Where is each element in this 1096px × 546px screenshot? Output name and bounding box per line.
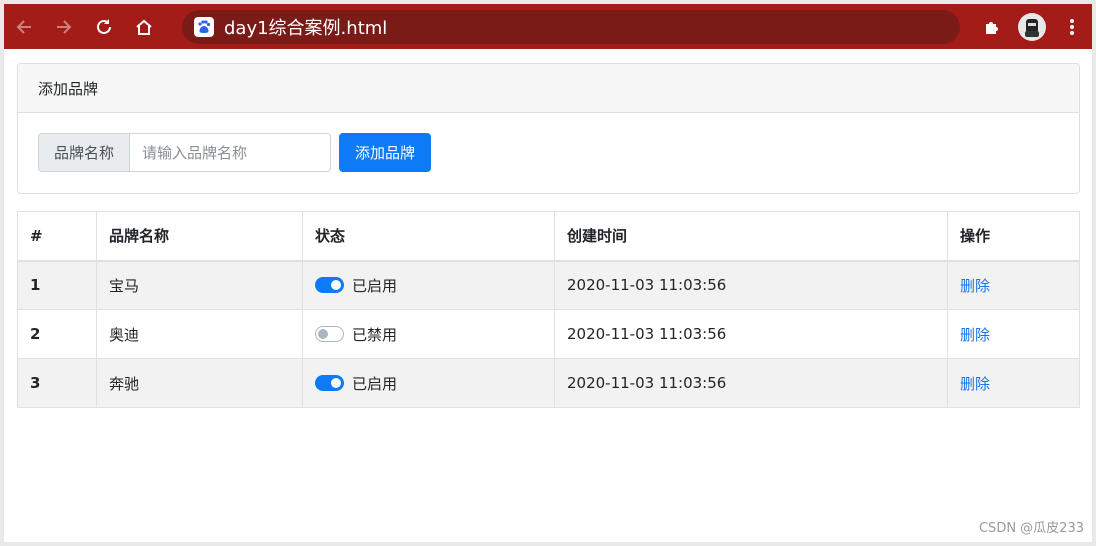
kebab-menu-icon bbox=[1070, 18, 1074, 35]
add-brand-card: 添加品牌 品牌名称 添加品牌 bbox=[17, 63, 1080, 194]
kebab-menu-button[interactable] bbox=[1052, 4, 1092, 49]
row-actions: 删除 bbox=[947, 309, 1080, 359]
header-brand-name: 品牌名称 bbox=[96, 211, 303, 262]
header-actions: 操作 bbox=[947, 211, 1080, 262]
brand-name-input[interactable] bbox=[130, 133, 331, 172]
row-id: 3 bbox=[17, 358, 97, 408]
row-created-time: 2020-11-03 11:03:56 bbox=[554, 260, 948, 310]
row-actions: 删除 bbox=[947, 260, 1080, 310]
row-status: 已启用 bbox=[302, 260, 555, 310]
reload-icon bbox=[97, 18, 111, 34]
url-text: day1综合案例.html bbox=[224, 17, 388, 39]
extensions-button[interactable] bbox=[972, 4, 1012, 49]
status-toggle[interactable] bbox=[315, 375, 344, 391]
card-header: 添加品牌 bbox=[18, 64, 1079, 113]
row-created-time: 2020-11-03 11:03:56 bbox=[554, 358, 948, 408]
profile-button[interactable] bbox=[1012, 4, 1052, 49]
address-bar[interactable]: day1综合案例.html bbox=[182, 9, 960, 44]
row-brand-name: 宝马 bbox=[96, 260, 303, 310]
header-created-time: 创建时间 bbox=[554, 211, 948, 262]
avatar-icon bbox=[1018, 12, 1046, 41]
table-row: 1 宝马 已启用 2020-11-03 11:03:56 删除 bbox=[17, 260, 1080, 310]
table-header-row: # 品牌名称 状态 创建时间 操作 bbox=[17, 211, 1080, 262]
row-id: 1 bbox=[17, 260, 97, 310]
row-actions: 删除 bbox=[947, 358, 1080, 408]
add-brand-button[interactable]: 添加品牌 bbox=[339, 133, 431, 172]
row-brand-name: 奔驰 bbox=[96, 358, 303, 408]
status-toggle[interactable] bbox=[315, 277, 344, 294]
delete-link[interactable]: 删除 bbox=[960, 277, 990, 295]
row-id: 2 bbox=[17, 309, 97, 359]
brand-table: # 品牌名称 状态 创建时间 操作 1 宝马 已启用 2020-11-03 11… bbox=[17, 211, 1080, 408]
row-brand-name: 奥迪 bbox=[96, 309, 303, 359]
page-content: 添加品牌 品牌名称 添加品牌 # 品牌名称 状态 创建时间 操作 1 宝马 bbox=[4, 49, 1092, 542]
arrow-right-icon bbox=[57, 19, 72, 34]
forward-button[interactable] bbox=[44, 4, 84, 49]
back-button[interactable] bbox=[4, 4, 44, 49]
home-icon bbox=[136, 19, 152, 35]
status-toggle[interactable] bbox=[315, 326, 344, 342]
status-text: 已禁用 bbox=[352, 325, 398, 344]
brand-input-group: 品牌名称 bbox=[38, 133, 331, 172]
table-row: 2 奥迪 已禁用 2020-11-03 11:03:56 删除 bbox=[17, 309, 1080, 359]
row-created-time: 2020-11-03 11:03:56 bbox=[554, 309, 948, 359]
brand-name-label: 品牌名称 bbox=[38, 133, 130, 172]
status-text: 已启用 bbox=[352, 276, 398, 295]
puzzle-icon bbox=[986, 21, 998, 34]
reload-button[interactable] bbox=[84, 4, 124, 49]
header-status: 状态 bbox=[302, 211, 555, 262]
browser-toolbar: day1综合案例.html bbox=[4, 4, 1092, 49]
home-button[interactable] bbox=[124, 4, 164, 49]
delete-link[interactable]: 删除 bbox=[960, 375, 990, 393]
baidu-paw-icon bbox=[194, 16, 214, 37]
watermark: CSDN @瓜皮233 bbox=[978, 521, 1084, 536]
table-row: 3 奔驰 已启用 2020-11-03 11:03:56 删除 bbox=[17, 358, 1080, 408]
status-text: 已启用 bbox=[352, 374, 398, 393]
header-num: # bbox=[17, 211, 97, 262]
row-status: 已启用 bbox=[302, 358, 555, 408]
row-status: 已禁用 bbox=[302, 309, 555, 359]
arrow-left-icon bbox=[16, 19, 31, 34]
delete-link[interactable]: 删除 bbox=[960, 326, 990, 344]
card-body: 品牌名称 添加品牌 bbox=[18, 113, 1079, 193]
